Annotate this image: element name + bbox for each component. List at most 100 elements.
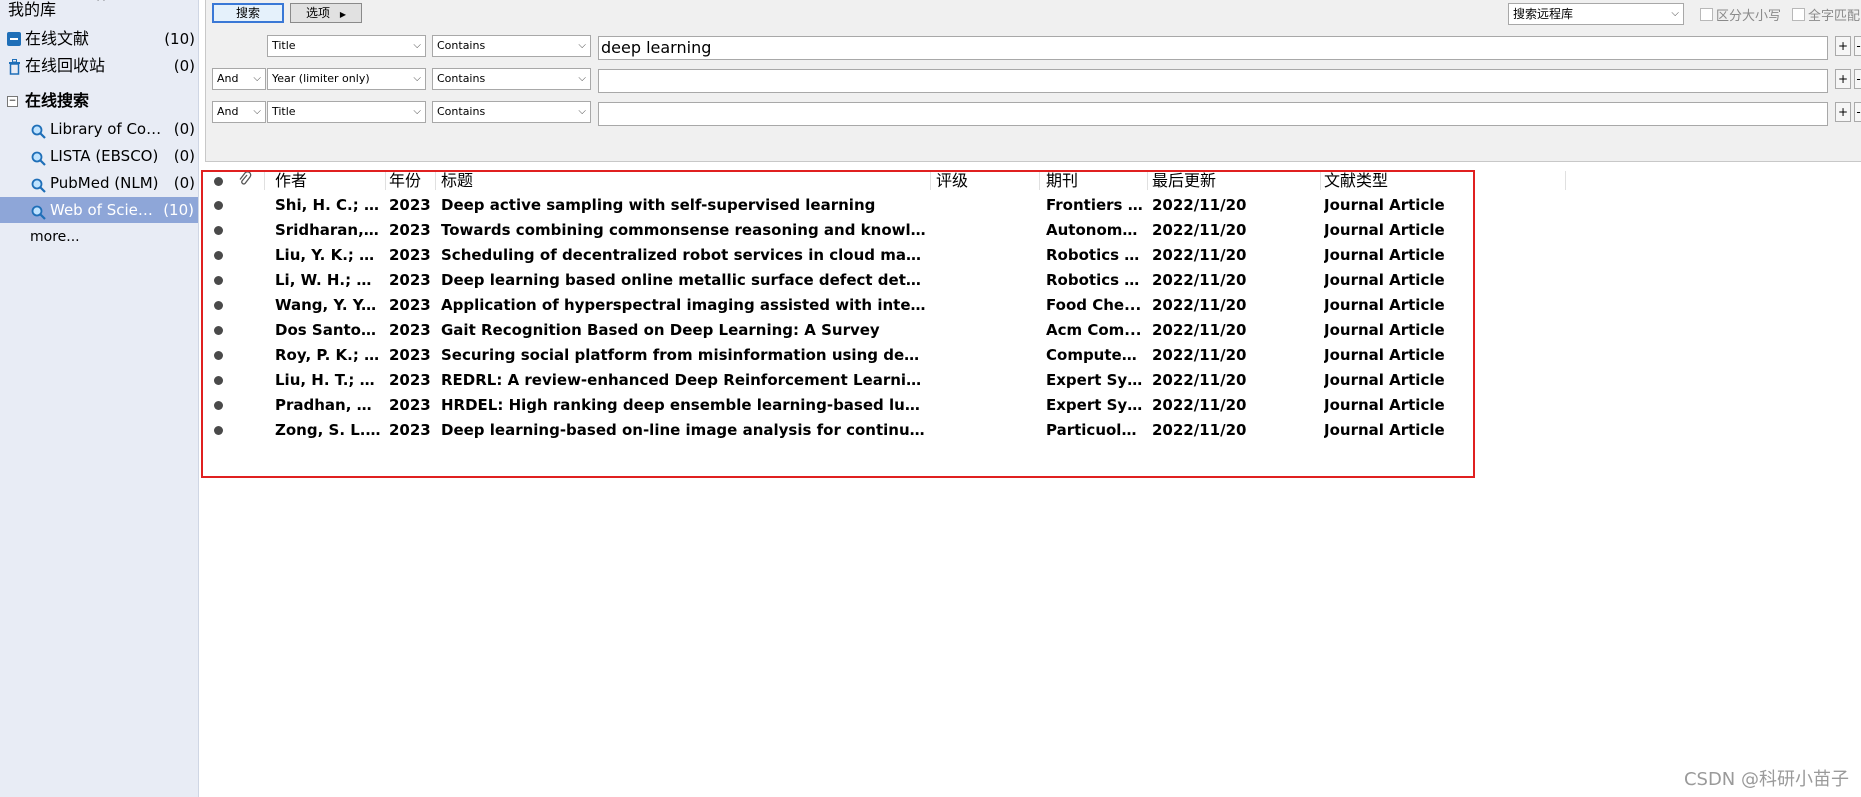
cell-updated: 2022/11/20: [1152, 218, 1316, 243]
column-header-year[interactable]: 年份: [389, 168, 421, 193]
operator-value: Contains: [437, 72, 485, 85]
table-row[interactable]: Zong, S. L.; ...2023Deep learning-based …: [205, 418, 1475, 443]
sidebar-item-online-trash[interactable]: 在线回收站 (0): [0, 53, 199, 79]
unread-dot-icon[interactable]: [214, 401, 223, 410]
chevron-down-icon: ⌵: [578, 102, 586, 122]
cell-journal: Acm Com...: [1046, 318, 1144, 343]
sidebar-my-library[interactable]: 我的库 ^: [0, 0, 199, 23]
cell-year: 2023: [389, 293, 433, 318]
operator-select-1[interactable]: Contains⌵: [432, 35, 591, 57]
cell-year: 2023: [389, 368, 433, 393]
field-select-2[interactable]: Year (limiter only)⌵: [267, 68, 426, 90]
unread-dot-icon[interactable]: [214, 226, 223, 235]
case-sensitive-checkbox[interactable]: 区分大小写: [1700, 5, 1781, 24]
cell-author: Zong, S. L.; ...: [275, 418, 381, 443]
table-row[interactable]: Li, W. H.; Zh...2023Deep learning based …: [205, 268, 1475, 293]
cell-type: Journal Article: [1324, 218, 1474, 243]
search-button[interactable]: 搜索: [212, 3, 284, 23]
cell-year: 2023: [389, 218, 433, 243]
unread-dot-icon[interactable]: [214, 201, 223, 210]
remove-row-button[interactable]: -: [1854, 36, 1861, 56]
search-term-input-1[interactable]: deep learning: [598, 36, 1828, 60]
remove-row-button[interactable]: -: [1854, 69, 1861, 89]
column-header-title[interactable]: 标题: [441, 168, 473, 193]
operator-select-2[interactable]: Contains⌵: [432, 68, 591, 90]
field-select-1[interactable]: Title⌵: [267, 35, 426, 57]
cell-type: Journal Article: [1324, 243, 1474, 268]
whole-word-checkbox[interactable]: 全字匹配: [1792, 5, 1860, 24]
table-row[interactable]: Liu, Y. K.; Pi...2023Scheduling of decen…: [205, 243, 1475, 268]
boolean-select-3[interactable]: And⌵: [212, 101, 266, 123]
cell-journal: Robotics a...: [1046, 268, 1144, 293]
more-label: more...: [30, 224, 80, 250]
chevron-down-icon: ⌵: [413, 102, 421, 122]
online-trash-count: (0): [174, 53, 195, 79]
column-header-journal[interactable]: 期刊: [1046, 168, 1078, 193]
sidebar-source-library-of-congress[interactable]: Library of Con... (0): [0, 116, 199, 142]
search-term-input-3[interactable]: [598, 102, 1828, 126]
unread-dot-icon[interactable]: [214, 276, 223, 285]
checkbox-box[interactable]: [1700, 8, 1713, 21]
sidebar-item-online-refs[interactable]: 在线文献 (10): [0, 26, 199, 52]
cell-journal: Robotics a...: [1046, 243, 1144, 268]
search-term-input-2[interactable]: [598, 69, 1828, 93]
table-row[interactable]: Sridharan, ...2023Towards combining comm…: [205, 218, 1475, 243]
sidebar-source-pubmed[interactable]: PubMed (NLM) (0): [0, 170, 199, 196]
cell-journal: Expert Sys...: [1046, 368, 1144, 393]
cell-type: Journal Article: [1324, 318, 1474, 343]
column-header-rating[interactable]: 评级: [936, 168, 968, 193]
column-header-author[interactable]: 作者: [275, 168, 307, 193]
table-row[interactable]: Shi, H. C.; Z...2023Deep active sampling…: [205, 193, 1475, 218]
chevron-down-icon: ⌵: [413, 69, 421, 89]
cell-year: 2023: [389, 268, 433, 293]
field-value: Title: [272, 105, 296, 118]
unread-dot-icon[interactable]: [214, 376, 223, 385]
online-refs-icon: [7, 32, 21, 46]
source-count: (0): [174, 170, 195, 196]
table-row[interactable]: Dos Santos,...2023Gait Recognition Based…: [205, 318, 1475, 343]
column-header-ref-type[interactable]: 文献类型: [1324, 168, 1388, 193]
table-row[interactable]: Pradhan, K. ...2023HRDEL: High ranking d…: [205, 393, 1475, 418]
cell-author: Shi, H. C.; Z...: [275, 193, 381, 218]
unread-dot-icon[interactable]: [214, 351, 223, 360]
operator-value: Contains: [437, 105, 485, 118]
unread-dot-icon[interactable]: [214, 326, 223, 335]
remote-library-value: 搜索远程库: [1513, 7, 1573, 21]
unread-dot-icon[interactable]: [214, 426, 223, 435]
sidebar-source-lista[interactable]: LISTA (EBSCO) (0): [0, 143, 199, 169]
table-row[interactable]: Wang, Y. Y.; ...2023Application of hyper…: [205, 293, 1475, 318]
unread-dot-icon[interactable]: [214, 251, 223, 260]
cell-author: Dos Santos,...: [275, 318, 381, 343]
cell-title: Scheduling of decentralized robot servic…: [441, 243, 927, 268]
column-header-last-updated[interactable]: 最后更新: [1152, 168, 1216, 193]
table-row[interactable]: Liu, H. T.; Ca...2023REDRL: A review-enh…: [205, 368, 1475, 393]
unread-dot-icon[interactable]: [214, 301, 223, 310]
add-row-button[interactable]: +: [1835, 102, 1851, 122]
sidebar-more-link[interactable]: more...: [0, 224, 199, 250]
cell-updated: 2022/11/20: [1152, 393, 1316, 418]
table-row[interactable]: Roy, P. K.; Tr...2023Securing social pla…: [205, 343, 1475, 368]
boolean-select-2[interactable]: And⌵: [212, 68, 266, 90]
arrow-right-icon: ▶: [340, 10, 346, 19]
cell-title: HRDEL: High ranking deep ensemble learni…: [441, 393, 927, 418]
options-button[interactable]: 选项 ▶: [290, 3, 362, 23]
attachment-column-icon[interactable]: [238, 168, 252, 193]
read-status-column-icon[interactable]: [214, 177, 223, 186]
chevron-down-icon: ⌵: [1671, 4, 1679, 24]
cell-title: Gait Recognition Based on Deep Learning:…: [441, 318, 927, 343]
add-row-button[interactable]: +: [1835, 36, 1851, 56]
collapse-minus-icon[interactable]: −: [7, 96, 18, 107]
remote-library-select[interactable]: 搜索远程库 ⌵: [1508, 3, 1684, 25]
field-select-3[interactable]: Title ⌵: [267, 101, 426, 123]
checkbox-box[interactable]: [1792, 8, 1805, 21]
cell-updated: 2022/11/20: [1152, 243, 1316, 268]
source-label: Web of Scien...: [50, 197, 156, 223]
sidebar-source-web-of-science[interactable]: Web of Scien... (10): [0, 197, 198, 223]
add-row-button[interactable]: +: [1835, 69, 1851, 89]
collapse-caret-icon[interactable]: ^: [96, 0, 106, 15]
sidebar-group-online-search[interactable]: − 在线搜索: [0, 88, 199, 114]
cell-title: Deep learning-based on-line image analys…: [441, 418, 927, 443]
remove-row-button[interactable]: -: [1854, 102, 1861, 122]
chevron-down-icon: ⌵: [253, 102, 261, 122]
operator-select-3[interactable]: Contains ⌵: [432, 101, 591, 123]
